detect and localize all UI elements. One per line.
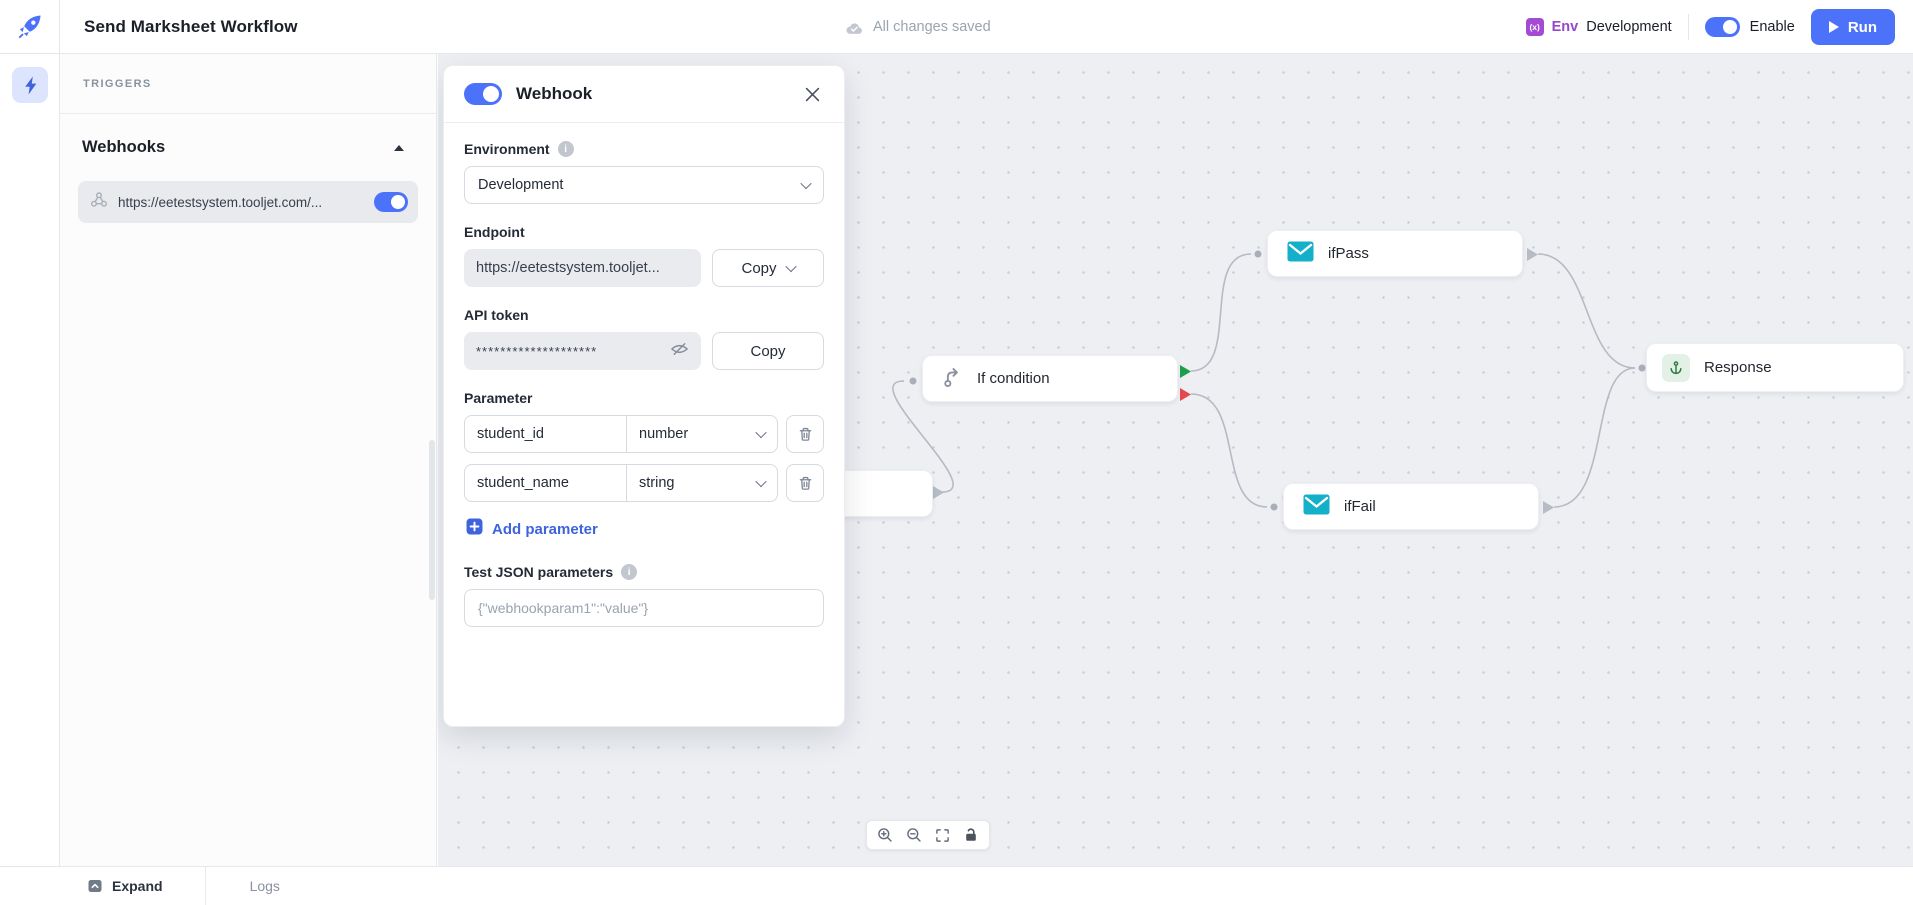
endpoint-label: Endpoint <box>464 224 824 240</box>
node-ifpass[interactable]: ifPass <box>1267 230 1523 277</box>
delete-parameter-button[interactable] <box>786 415 824 453</box>
environment-label: Environment i <box>464 141 824 157</box>
save-status-text: All changes saved <box>873 19 991 35</box>
trash-icon <box>798 475 813 491</box>
zoom-in-icon[interactable] <box>874 824 896 846</box>
node-if-condition[interactable]: If condition <box>922 355 1178 402</box>
app-logo[interactable] <box>0 0 60 54</box>
parameter-group: student_id number <box>464 415 778 453</box>
enable-toggle[interactable] <box>1705 17 1740 37</box>
enable-label: Enable <box>1750 19 1795 35</box>
lightning-icon <box>22 76 39 95</box>
info-icon: i <box>558 141 574 157</box>
branch-icon <box>942 366 963 392</box>
response-icon <box>1662 354 1690 382</box>
top-bar: Send Marksheet Workflow All changes save… <box>0 0 1913 54</box>
parameter-row: student_name string <box>464 464 824 502</box>
expand-panel-icon <box>87 878 103 894</box>
topbar-actions: (x) Env Development Enable Run <box>1526 0 1895 54</box>
eye-off-icon[interactable] <box>670 341 689 361</box>
bottom-bar: Expand Logs <box>0 866 1913 905</box>
api-token-label: API token <box>464 307 824 323</box>
cloud-check-icon <box>845 20 864 35</box>
environment-select[interactable]: Development <box>464 166 824 204</box>
parameter-type-select[interactable]: string <box>627 465 777 501</box>
triggers-section-title: TRIGGERS <box>83 78 152 90</box>
node-label: If condition <box>977 370 1050 387</box>
canvas-toolbar <box>866 820 990 850</box>
parameter-group: student_name string <box>464 464 778 502</box>
mail-icon <box>1287 241 1314 267</box>
parameter-type-select[interactable]: number <box>627 416 777 452</box>
webhook-enabled-toggle[interactable] <box>464 83 502 105</box>
delete-parameter-button[interactable] <box>786 464 824 502</box>
env-label: Env <box>1552 19 1579 35</box>
chevron-down-icon <box>785 261 796 272</box>
api-token-input[interactable]: ******************** <box>464 332 701 370</box>
webhook-list-item[interactable]: https://eetestsystem.tooljet.com/... <box>78 181 418 223</box>
webhook-url: https://eetestsystem.tooljet.com/... <box>118 195 364 210</box>
parameter-name-input[interactable]: student_id <box>465 416 627 452</box>
parameter-name-input[interactable]: student_name <box>465 465 627 501</box>
fit-view-icon[interactable] <box>931 824 953 846</box>
workflow-title: Send Marksheet Workflow <box>84 17 298 37</box>
logs-tab[interactable]: Logs <box>250 878 280 894</box>
play-icon <box>1829 21 1839 33</box>
webhook-config-panel: Webhook Environment i Development Endpoi… <box>443 65 845 727</box>
endpoint-value: https://eetestsystem.tooljet... <box>476 260 689 276</box>
plus-square-icon <box>466 518 483 540</box>
parameter-label: Parameter <box>464 390 824 406</box>
panel-body: Environment i Development Endpoint https… <box>444 123 844 645</box>
expand-label: Expand <box>112 878 163 894</box>
test-json-input[interactable] <box>464 589 824 627</box>
sidebar-scrollbar[interactable] <box>429 440 435 600</box>
divider <box>205 867 206 905</box>
close-icon[interactable] <box>800 82 824 106</box>
expand-button[interactable]: Expand <box>87 878 163 894</box>
webhook-item-toggle[interactable] <box>374 192 408 212</box>
triggers-rail-button[interactable] <box>12 67 48 103</box>
enable-group: Enable <box>1705 17 1795 37</box>
api-token-copy-button[interactable]: Copy <box>712 332 824 370</box>
add-parameter-button[interactable]: Add parameter <box>466 518 824 540</box>
chevron-down-icon <box>755 476 766 487</box>
panel-title: Webhook <box>516 84 786 104</box>
lock-icon[interactable] <box>960 824 982 846</box>
node-label: ifFail <box>1344 498 1376 515</box>
rocket-icon <box>16 13 43 40</box>
node-response[interactable]: Response <box>1646 343 1904 392</box>
parameter-row: student_id number <box>464 415 824 453</box>
webhooks-group-header[interactable]: Webhooks <box>60 114 436 157</box>
endpoint-input[interactable]: https://eetestsystem.tooljet... <box>464 249 701 287</box>
save-status: All changes saved <box>845 0 991 54</box>
test-json-label: Test JSON parameters i <box>464 564 824 580</box>
workflow-editor: If condition ifPass ifFail Respo <box>0 0 1913 905</box>
collapse-icon[interactable] <box>394 145 404 151</box>
node-label: Response <box>1704 359 1772 376</box>
trash-icon <box>798 426 813 442</box>
endpoint-copy-button[interactable]: Copy <box>712 249 824 287</box>
divider <box>1688 14 1689 40</box>
chevron-down-icon <box>755 427 766 438</box>
node-label: ifPass <box>1328 245 1369 262</box>
triggers-sidebar: TRIGGERS Webhooks https://eetestsystem.t… <box>60 54 437 866</box>
env-value: Development <box>1586 19 1671 35</box>
info-icon: i <box>621 564 637 580</box>
webhook-icon <box>90 191 108 213</box>
webhooks-group-title: Webhooks <box>82 138 165 157</box>
chevron-down-icon <box>800 178 811 189</box>
left-rail <box>0 54 60 866</box>
environment-value: Development <box>478 177 563 193</box>
panel-header: Webhook <box>444 66 844 123</box>
zoom-out-icon[interactable] <box>903 824 925 846</box>
api-token-masked-value: ******************** <box>476 344 662 359</box>
env-icon: (x) <box>1526 18 1544 36</box>
environment-badge[interactable]: (x) Env Development <box>1526 18 1672 36</box>
node-iffail[interactable]: ifFail <box>1283 483 1539 530</box>
run-button[interactable]: Run <box>1811 9 1895 45</box>
triggers-section-header: TRIGGERS <box>60 54 436 114</box>
mail-icon <box>1303 494 1330 520</box>
